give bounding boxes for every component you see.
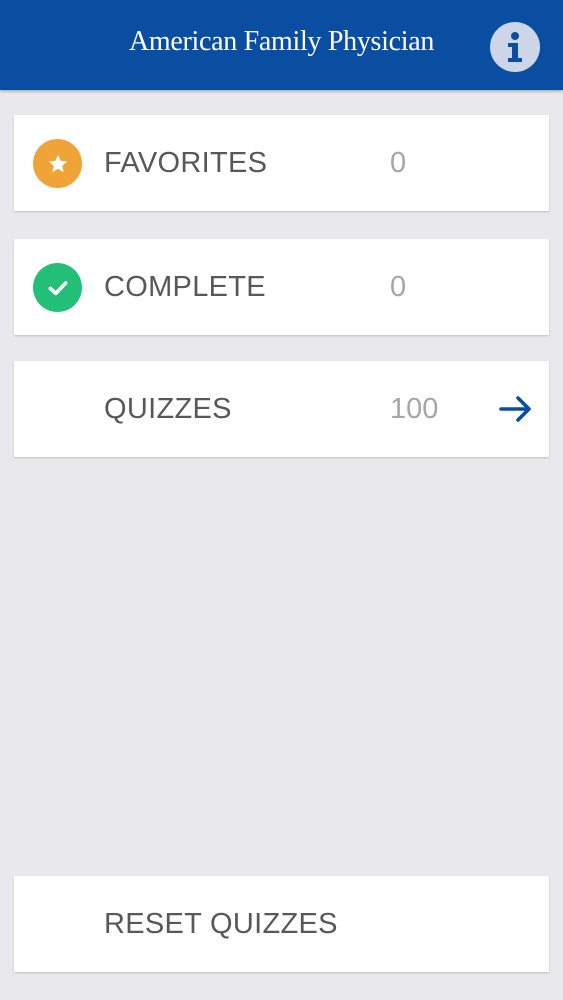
reset-quizzes-label: RESET QUIZZES bbox=[104, 908, 338, 940]
quizzes-arrow[interactable] bbox=[498, 393, 534, 430]
favorites-badge bbox=[33, 139, 82, 188]
app-header: American Family Physician bbox=[0, 0, 563, 90]
complete-badge bbox=[33, 263, 82, 312]
star-icon bbox=[48, 154, 67, 172]
quizzes-label: QUIZZES bbox=[104, 393, 232, 425]
reset-quizzes-button[interactable]: RESET QUIZZES bbox=[14, 876, 549, 972]
quizzes-row[interactable]: QUIZZES 100 bbox=[14, 361, 549, 457]
complete-label: COMPLETE bbox=[104, 271, 266, 303]
info-button[interactable] bbox=[490, 22, 540, 72]
checkmark-icon bbox=[48, 280, 67, 295]
favorites-label: FAVORITES bbox=[104, 147, 268, 179]
favorites-row[interactable]: FAVORITES 0 bbox=[14, 115, 549, 211]
app-title: American Family Physician bbox=[128, 26, 435, 57]
arrow-right-icon bbox=[499, 396, 531, 422]
favorites-count: 0 bbox=[390, 147, 407, 179]
complete-count: 0 bbox=[390, 271, 407, 303]
complete-row[interactable]: COMPLETE 0 bbox=[14, 239, 549, 335]
quizzes-count: 100 bbox=[390, 393, 439, 425]
info-icon bbox=[508, 32, 522, 62]
